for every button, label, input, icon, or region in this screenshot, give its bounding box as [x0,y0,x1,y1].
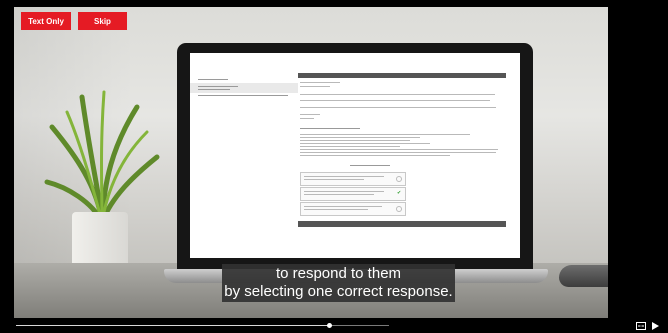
option-text-line [304,209,368,210]
sidebar-title-line [198,79,228,80]
content-line [300,149,498,150]
content-line [300,100,490,101]
sidebar-text-line [198,86,238,87]
content-line [300,155,450,156]
section-heading-line [300,128,360,129]
captions-icon[interactable] [636,321,646,331]
progress-bar[interactable] [16,323,389,328]
video-frame: ✔ Text Only Skip to respond to them by s… [0,0,668,333]
play-icon[interactable] [650,321,660,331]
content-line [300,146,400,147]
content-line [300,86,330,87]
question-option-1[interactable] [300,172,406,186]
player-controls [0,320,668,333]
option-text-line [304,191,384,192]
plant-image [44,90,160,225]
option-radio[interactable] [396,176,402,182]
content-line [300,94,495,95]
sidebar-active-row [190,83,298,93]
content-line [300,137,420,138]
content-line [300,143,430,144]
content-line [300,118,314,119]
question-heading-line [350,165,390,166]
lms-bottombar [298,221,506,227]
lms-topbar [298,73,506,78]
progress-fill [16,325,330,326]
option-text-line [304,206,382,207]
option-text-line [304,179,364,180]
subtitle-caption: to respond to them by selecting one corr… [222,264,455,302]
skip-button[interactable]: Skip [78,12,127,30]
lms-content: ✔ [300,80,504,230]
sidebar-text-line [198,95,288,96]
sidebar-text-line [198,89,230,90]
caption-line-2: by selecting one correct response. [224,283,453,300]
content-line [300,82,340,83]
option-radio[interactable] [396,206,402,212]
text-only-button[interactable]: Text Only [21,12,71,30]
question-option-2[interactable]: ✔ [300,187,406,201]
option-text-line [304,194,374,195]
lms-sidebar [190,73,298,258]
laptop-screen: ✔ [190,53,520,258]
checkmark-icon: ✔ [397,190,402,196]
content-line [300,140,410,141]
option-text-line [304,176,384,177]
progress-scrubber[interactable] [326,323,332,328]
computer-mouse [559,265,608,287]
content-line [300,152,496,153]
content-line [300,107,496,108]
content-line [300,114,320,115]
question-option-3[interactable] [300,202,406,216]
content-line [300,134,470,135]
caption-line-1: to respond to them [275,265,402,282]
